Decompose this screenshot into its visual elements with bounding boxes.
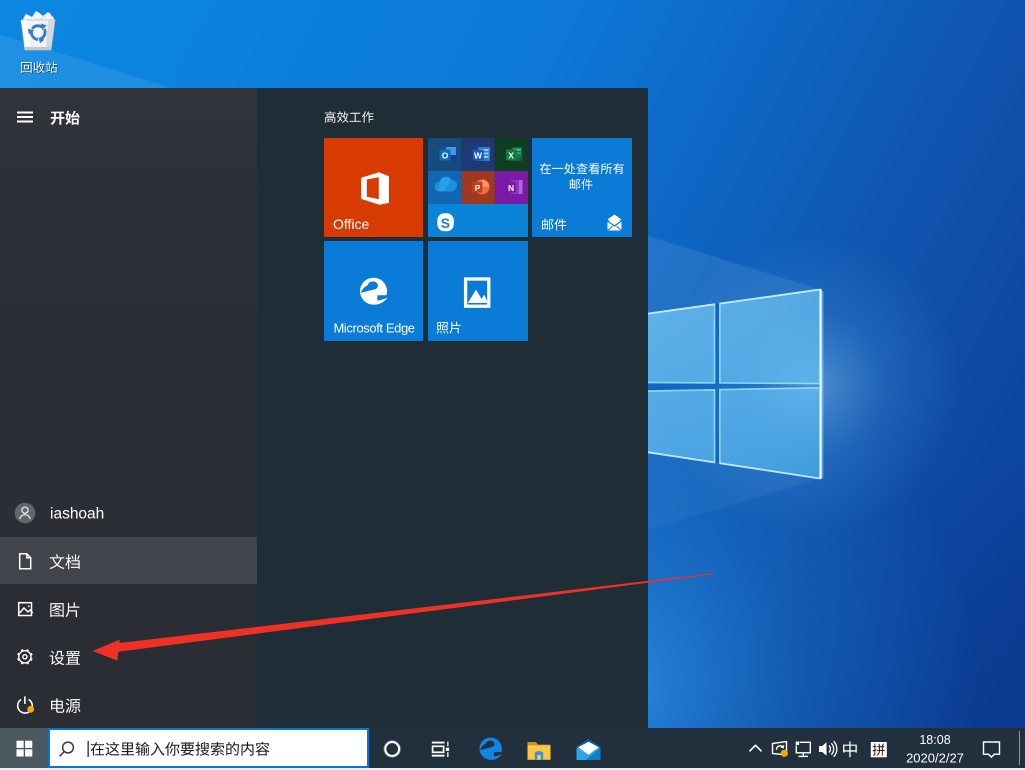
svg-text:18:08: 18:08 [919,733,950,747]
svg-text:2020/2/27: 2020/2/27 [906,750,964,765]
